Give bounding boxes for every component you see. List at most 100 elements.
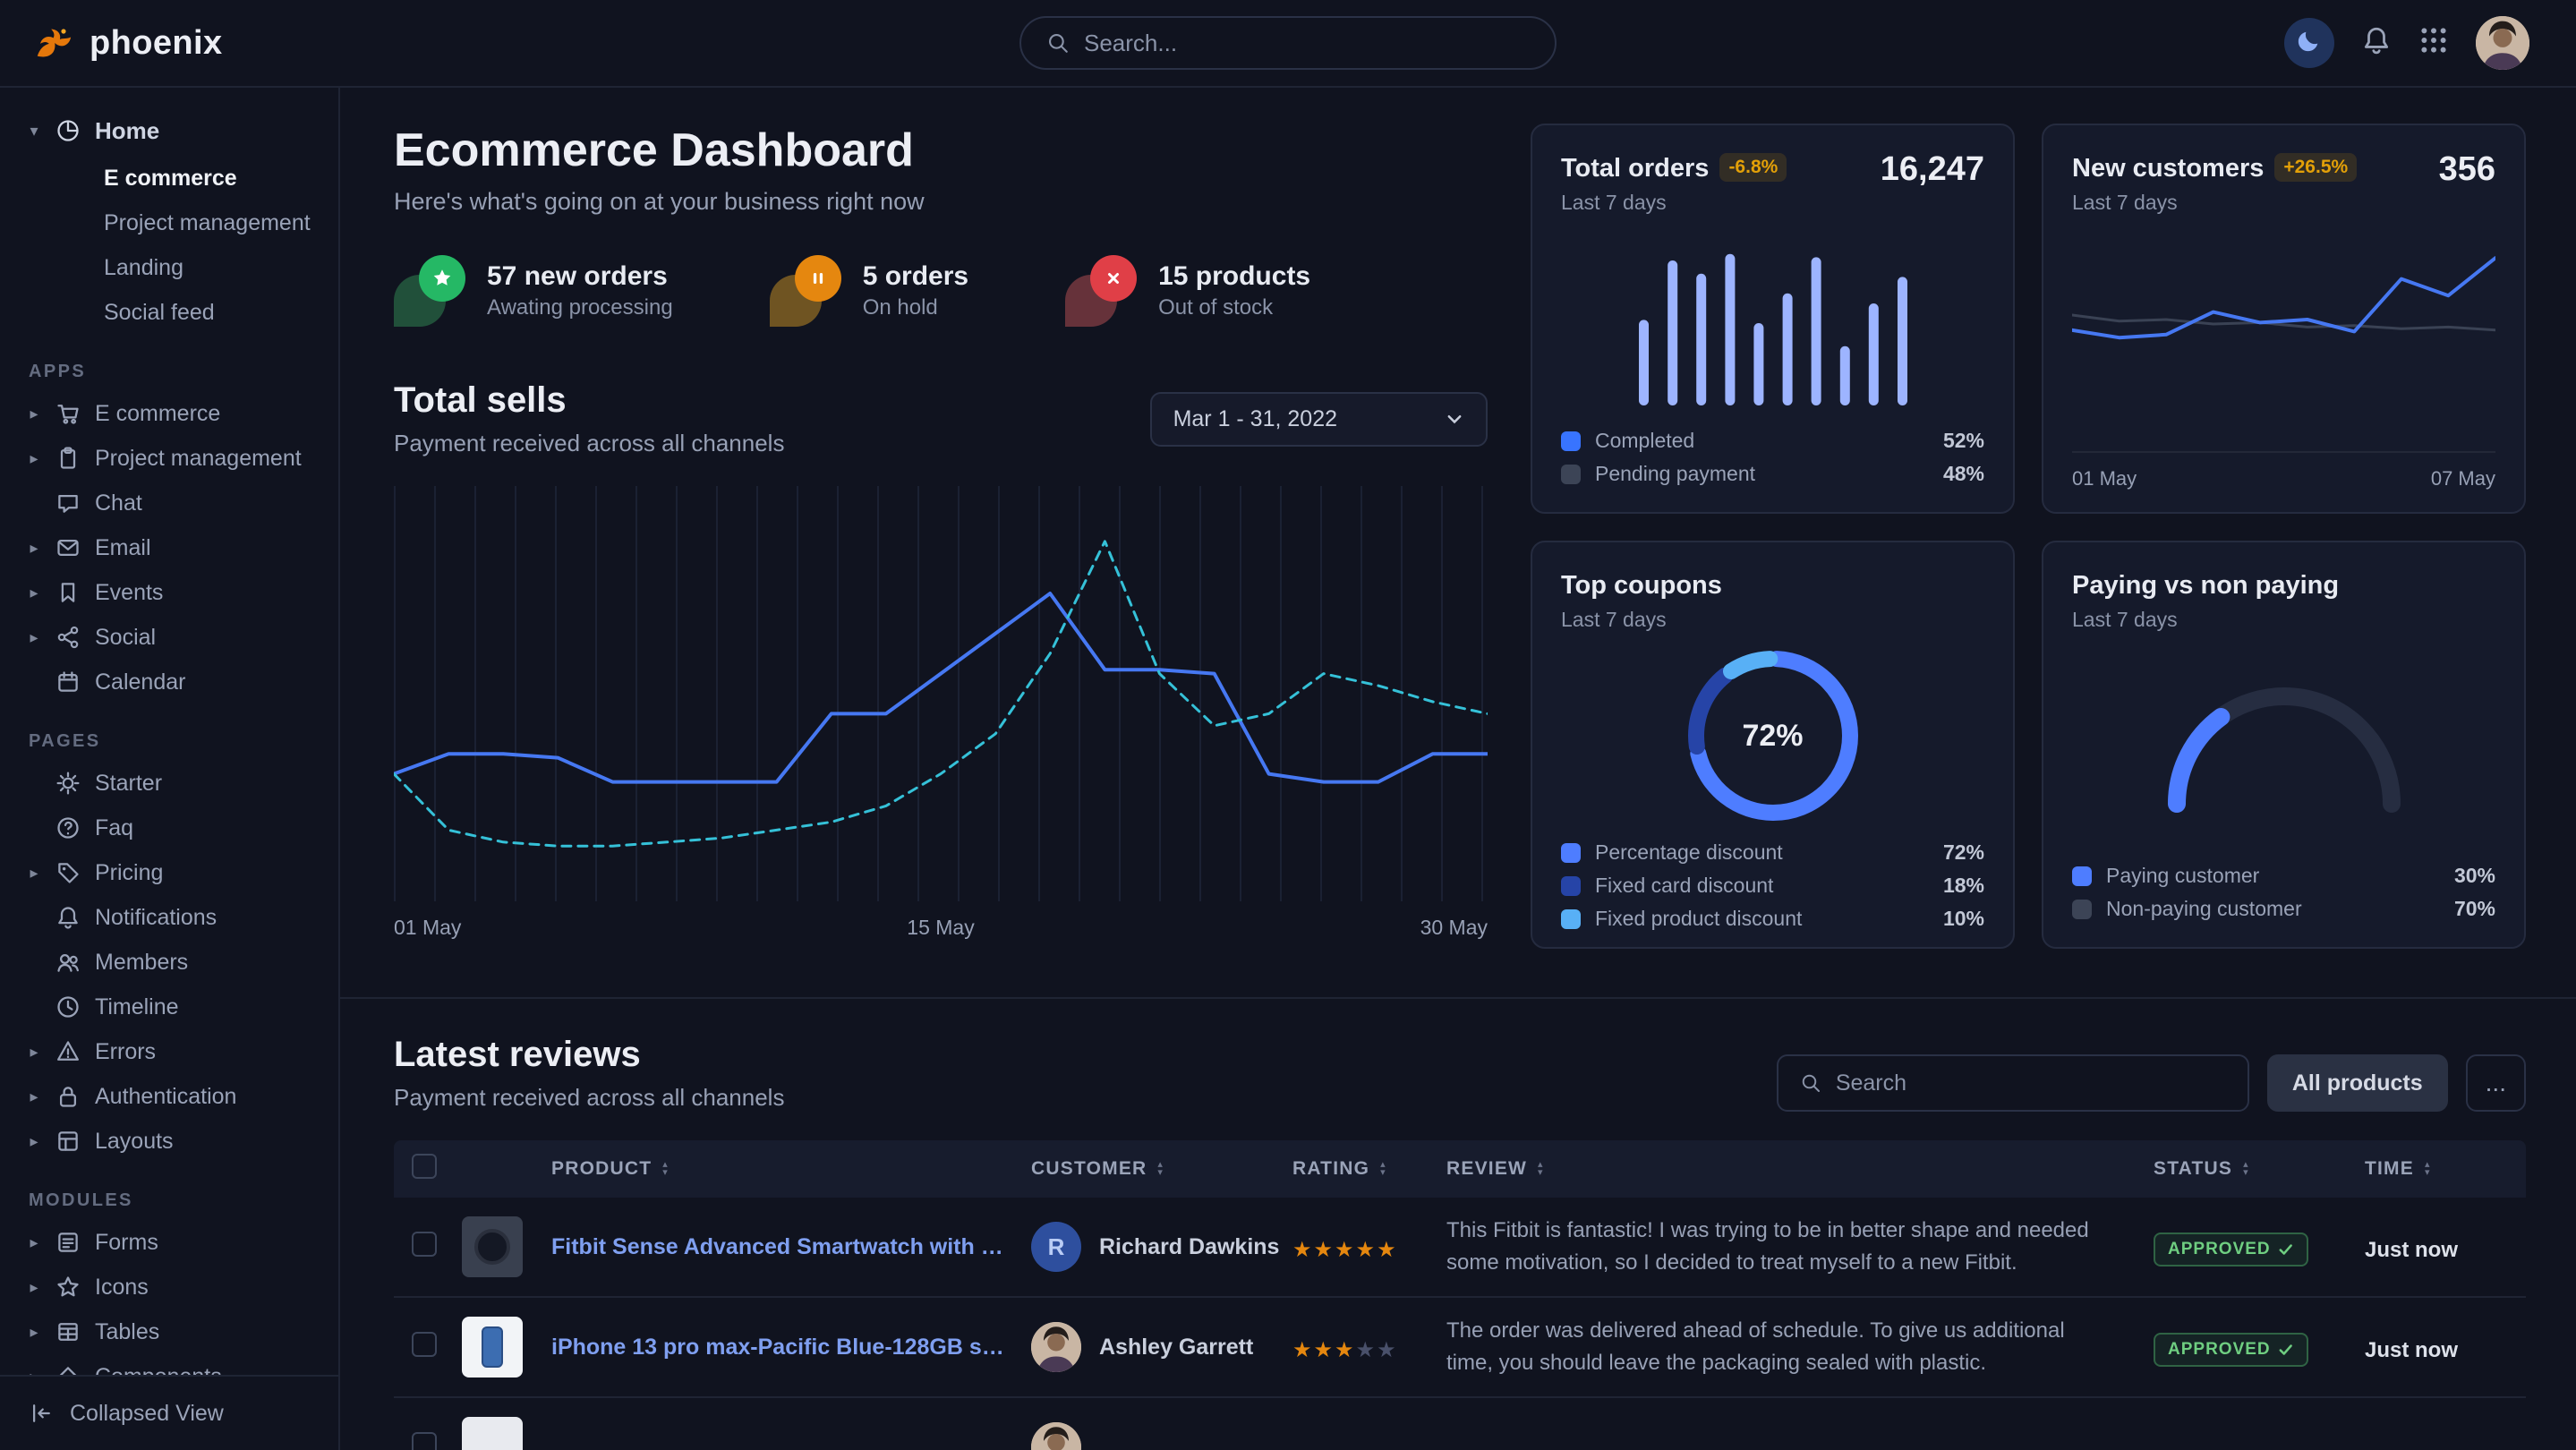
- sort-icon[interactable]: ▴▾: [662, 1161, 669, 1177]
- sidebar-item-starter[interactable]: Starter: [18, 761, 328, 806]
- page-subtitle: Here's what's going on at your business …: [394, 188, 1488, 216]
- sidebar-item-social[interactable]: ▸Social: [18, 615, 328, 660]
- column-header-status[interactable]: STATUS▴▾: [2154, 1158, 2365, 1180]
- sidebar-item-notifications[interactable]: Notifications: [18, 895, 328, 940]
- card-title: Total orders: [1561, 154, 1709, 183]
- top-coupons-card: Top coupons Last 7 days 72% Percentage d…: [1531, 541, 2015, 949]
- card-title: New customers: [2072, 154, 2264, 183]
- sidebar-item-events[interactable]: ▸Events: [18, 570, 328, 615]
- notifications-button[interactable]: [2361, 25, 2392, 62]
- row-checkbox[interactable]: [412, 1432, 437, 1450]
- sidebar-item-label: Project management: [104, 210, 311, 236]
- sidebar-item-label: Authentication: [95, 1084, 236, 1110]
- donut-center-value: 72%: [1680, 643, 1866, 829]
- sidebar-item-faq[interactable]: Faq: [18, 806, 328, 850]
- bookmark-icon: [55, 579, 82, 606]
- row-checkbox[interactable]: [412, 1332, 437, 1357]
- latest-reviews-section: Latest reviews Payment received across a…: [340, 999, 2576, 1450]
- global-search[interactable]: [1019, 16, 1557, 70]
- caret-right-icon: ▸: [25, 539, 43, 558]
- sidebar-item-project-management[interactable]: ▸Project management: [18, 436, 328, 481]
- sidebar-item-members[interactable]: Members: [18, 940, 328, 985]
- page-title: Ecommerce Dashboard: [394, 124, 1488, 177]
- stat-sublabel: On hold: [863, 295, 968, 320]
- reviews-search-input[interactable]: [1836, 1070, 2226, 1096]
- sidebar-item-layouts[interactable]: ▸Layouts: [18, 1119, 328, 1164]
- users-icon: [55, 949, 82, 976]
- column-header-product[interactable]: PRODUCT▴▾: [551, 1158, 1031, 1180]
- column-header-time[interactable]: TIME▴▾: [2365, 1158, 2526, 1180]
- sidebar-item-authentication[interactable]: ▸Authentication: [18, 1074, 328, 1119]
- table-row: Fitbit Sense Advanced Smartwatch with To…: [394, 1198, 2526, 1298]
- sidebar-item-e-commerce[interactable]: E commerce: [18, 156, 328, 200]
- sort-icon[interactable]: ▴▾: [1538, 1161, 1544, 1177]
- paying-gauge-chart: [2141, 657, 2427, 815]
- status-badge: APPROVED: [2154, 1232, 2308, 1267]
- sidebar: ▾HomeE commerce Project management Landing…: [0, 88, 340, 1450]
- sidebar-item-label: Components: [95, 1364, 222, 1376]
- product-link[interactable]: iPhone 13 pro max-Pacific Blue-128GB sto…: [551, 1335, 1031, 1360]
- reviews-search[interactable]: [1777, 1054, 2249, 1112]
- sidebar-item-components[interactable]: ▸Components: [18, 1354, 328, 1375]
- row-checkbox[interactable]: [412, 1232, 437, 1257]
- sidebar-item-errors[interactable]: ▸Errors: [18, 1029, 328, 1074]
- sidebar-item-label: Faq: [95, 815, 133, 841]
- sort-icon[interactable]: ▴▾: [1157, 1161, 1164, 1177]
- sidebar-item-chat[interactable]: Chat: [18, 481, 328, 525]
- sidebar-item-label: Chat: [95, 490, 142, 516]
- sidebar-item-icons[interactable]: ▸Icons: [18, 1265, 328, 1309]
- legend-value: 72%: [1943, 840, 1984, 865]
- sort-icon[interactable]: ▴▾: [2425, 1161, 2431, 1177]
- select-all-checkbox[interactable]: [412, 1154, 437, 1179]
- sidebar-item-tables[interactable]: ▸Tables: [18, 1309, 328, 1354]
- help-icon: [55, 815, 82, 841]
- user-avatar[interactable]: [2476, 16, 2529, 70]
- axis-start: 01 May: [2072, 467, 2137, 490]
- apps-grid-button[interactable]: [2418, 25, 2449, 62]
- stat-blob-icon: [1065, 255, 1137, 327]
- phoenix-logo-icon[interactable]: [29, 20, 75, 66]
- sidebar-item-e-commerce[interactable]: ▸E commerce: [18, 391, 328, 436]
- sidebar-item-calendar[interactable]: Calendar: [18, 660, 328, 704]
- column-header-customer[interactable]: CUSTOMER▴▾: [1031, 1158, 1292, 1180]
- collapsed-view-label: Collapsed View: [70, 1401, 224, 1427]
- star-icon: ★: [1292, 1238, 1314, 1262]
- sidebar-nav: ▾HomeE commerce Project management Landing…: [0, 88, 338, 1375]
- legend-label: Non-paying customer: [2106, 897, 2302, 921]
- table-row: [394, 1398, 2526, 1450]
- sidebar-item-social-feed[interactable]: Social feed: [18, 290, 328, 335]
- app-root: phoenix ▾HomeE commerce Project managemen…: [0, 0, 2576, 1450]
- sidebar-item-timeline[interactable]: Timeline: [18, 985, 328, 1029]
- sort-icon[interactable]: ▴▾: [2243, 1161, 2249, 1177]
- more-options-button[interactable]: ...: [2466, 1054, 2526, 1112]
- total-orders-card: Total orders-6.8% Last 7 days 16,247 Com…: [1531, 124, 2015, 514]
- date-range-value: Mar 1 - 31, 2022: [1173, 406, 1337, 432]
- sidebar-item-forms[interactable]: ▸Forms: [18, 1220, 328, 1265]
- theme-toggle-button[interactable]: [2284, 18, 2334, 68]
- column-header-review[interactable]: REVIEW▴▾: [1446, 1158, 2154, 1180]
- review-time: Just now: [2365, 1338, 2458, 1362]
- card-title: Top coupons: [1561, 571, 1722, 600]
- legend-swatch: [1561, 465, 1581, 484]
- sidebar-item-email[interactable]: ▸Email: [18, 525, 328, 570]
- sidebar-item-landing[interactable]: Landing: [18, 245, 328, 290]
- sort-icon[interactable]: ▴▾: [1380, 1161, 1386, 1177]
- stat-on-hold: 5 ordersOn hold: [770, 255, 968, 327]
- collapsed-view-toggle[interactable]: Collapsed View: [0, 1375, 338, 1450]
- total-orders-legend: Completed52%Pending payment48%: [1561, 424, 1984, 490]
- column-header-rating[interactable]: RATING▴▾: [1292, 1158, 1446, 1180]
- date-range-select[interactable]: Mar 1 - 31, 2022: [1150, 392, 1488, 447]
- total-sells-line-chart: [394, 486, 1488, 901]
- new-customers-value: 356: [2439, 150, 2495, 189]
- sidebar-item-label: Social: [95, 625, 156, 651]
- search-icon: [1046, 31, 1070, 55]
- legend-swatch: [1561, 431, 1581, 451]
- all-products-button[interactable]: All products: [2267, 1054, 2448, 1112]
- caret-right-icon: ▸: [25, 449, 43, 468]
- sidebar-item-home[interactable]: ▾Home: [18, 106, 328, 156]
- sidebar-item-pricing[interactable]: ▸Pricing: [18, 850, 328, 895]
- product-link[interactable]: Fitbit Sense Advanced Smartwatch with To…: [551, 1234, 1031, 1260]
- brand-name[interactable]: phoenix: [90, 24, 222, 63]
- global-search-input[interactable]: [1084, 30, 1530, 57]
- sidebar-item-project-management[interactable]: Project management: [18, 200, 328, 245]
